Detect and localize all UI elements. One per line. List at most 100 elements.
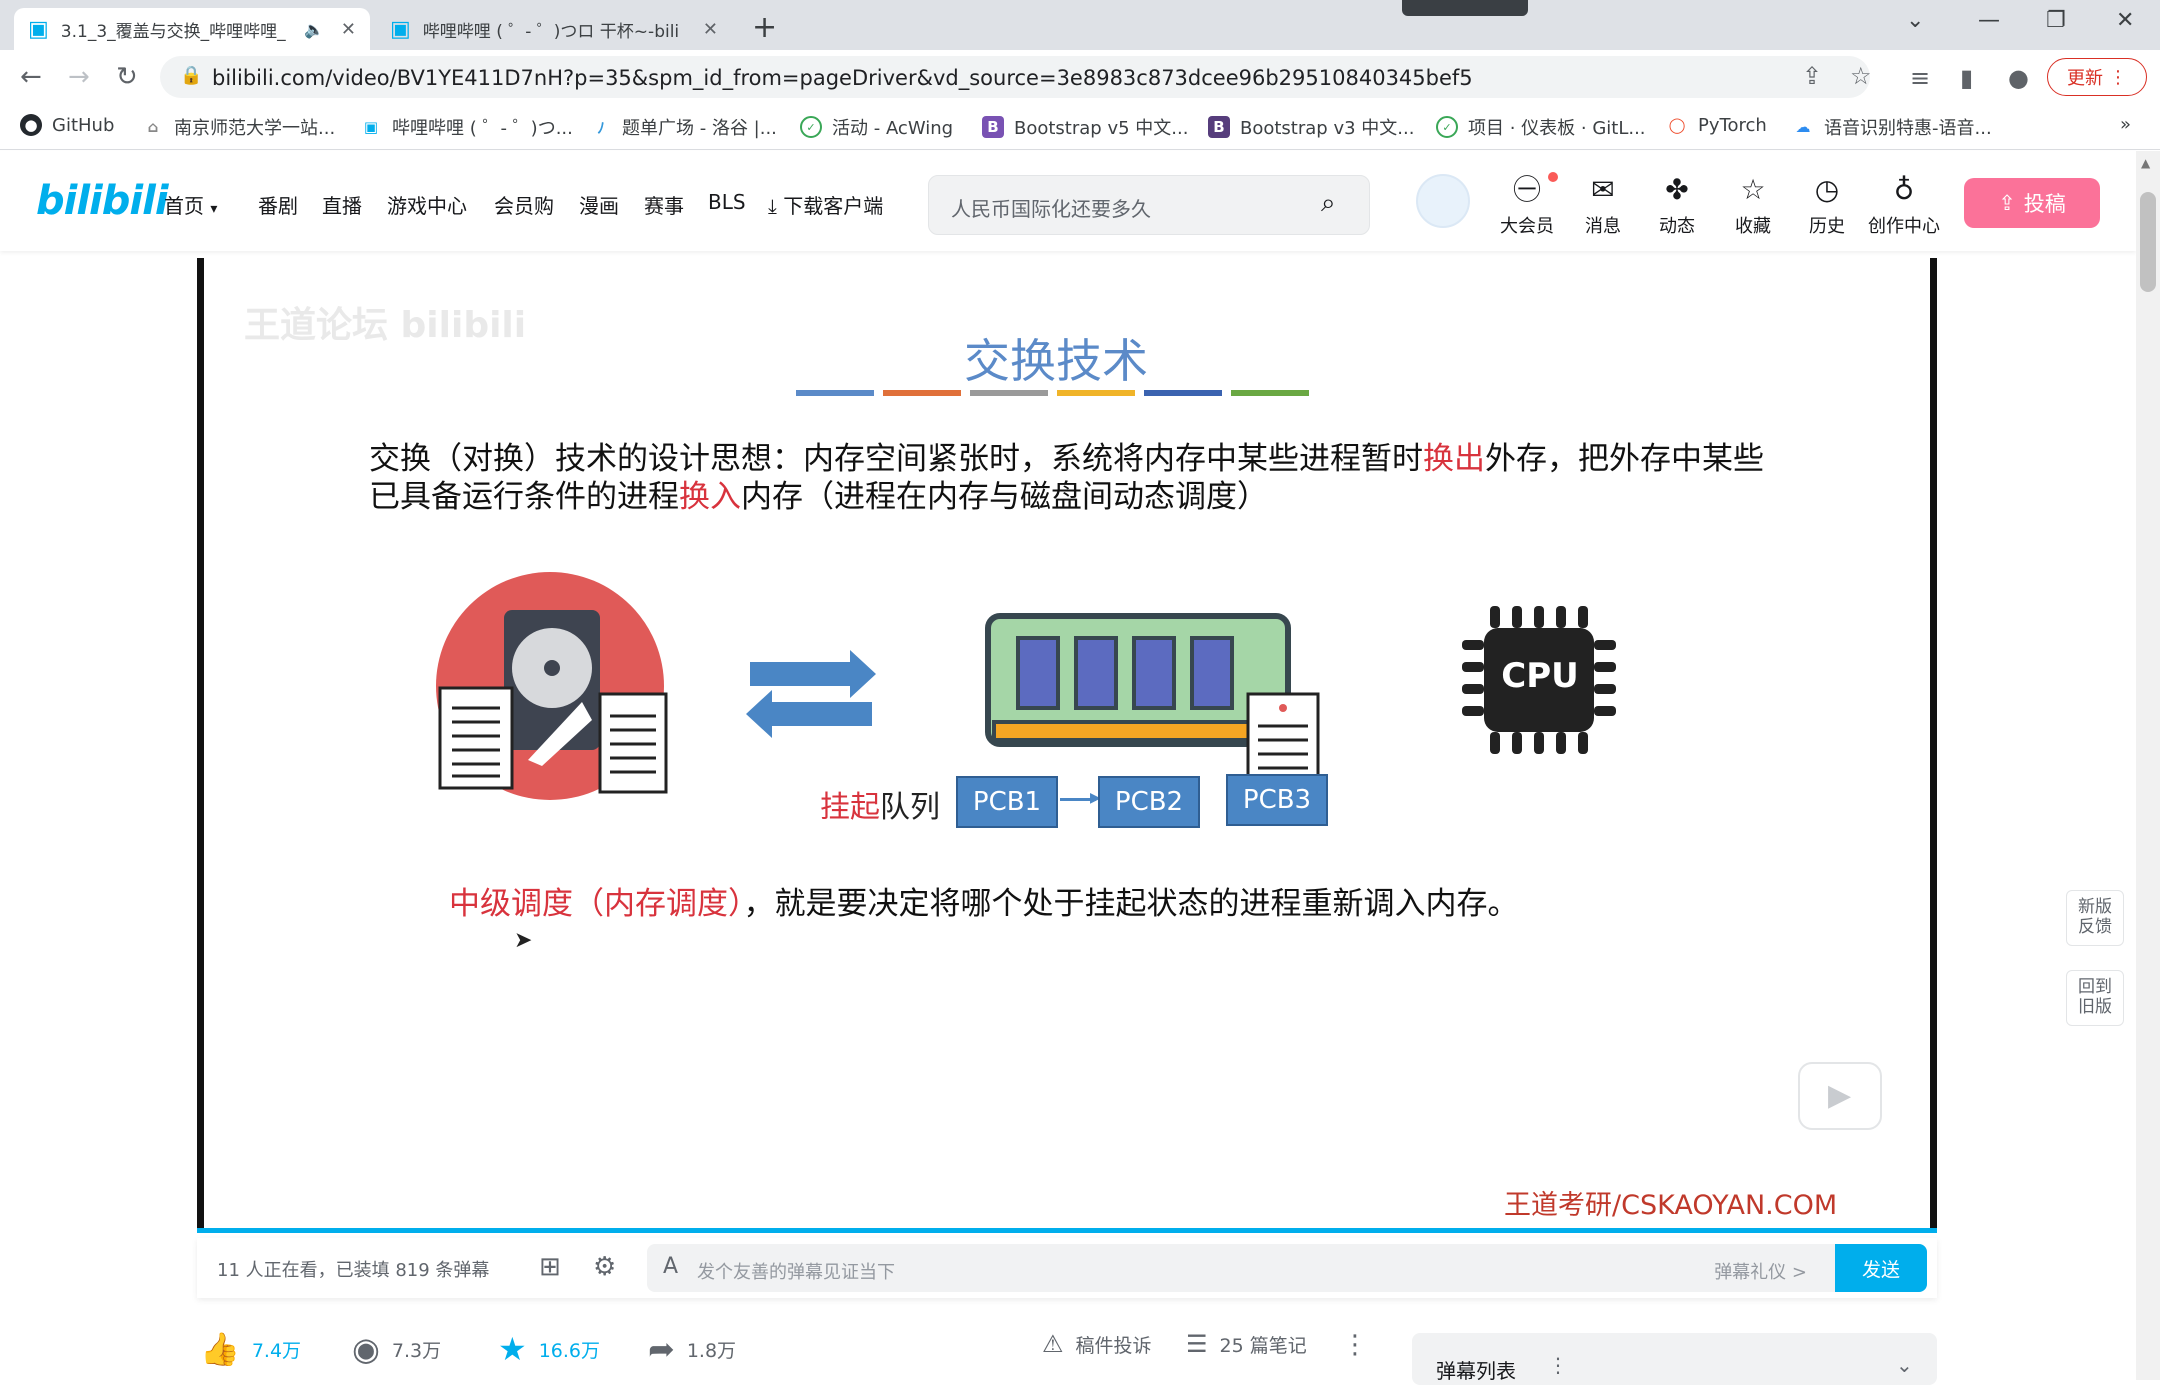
dynamic-button[interactable]: ✤ 动态	[1642, 172, 1712, 238]
brand-watermark: 王道考研/CSKAOYAN.COM	[1504, 1190, 1838, 1221]
nav-download[interactable]: ⤓ 下载客户端	[768, 190, 883, 219]
creator-center-button[interactable]: ♁ 创作中心	[1862, 172, 1946, 238]
bookmark-bootstrap3[interactable]: B Bootstrap v3 中文...	[1208, 114, 1414, 140]
para-highlight: 换入	[679, 479, 741, 515]
chevron-down-icon[interactable]: ⌄	[1896, 1353, 1913, 1377]
bilibili-logo[interactable]: bilibili	[36, 178, 169, 224]
forward-icon[interactable]: →	[68, 62, 90, 92]
list-more-icon[interactable]: ⋮	[1548, 1353, 1568, 1377]
mouse-cursor-icon: ➤	[514, 928, 533, 953]
old-label: 回到 旧版	[2078, 977, 2112, 1017]
more-icon: ⋮	[2109, 66, 2127, 88]
nav-game-center[interactable]: 游戏中心	[387, 190, 467, 219]
nav-bls[interactable]: BLS	[708, 190, 746, 214]
bilibili-tab-icon: ▣	[28, 16, 49, 42]
bookmark-label: PyTorch	[1698, 114, 1767, 136]
bookmark-pytorch[interactable]: ◯ PyTorch	[1666, 114, 1767, 136]
restore-icon[interactable]: ❐	[2046, 8, 2066, 33]
nav-mall[interactable]: 会员购	[494, 190, 554, 219]
bookmark-njnu[interactable]: ⌂ 南京师范大学一站...	[142, 114, 336, 140]
suspend-queue-label: 挂起队列	[820, 782, 940, 826]
message-button[interactable]: ✉ 消息	[1568, 172, 1638, 238]
tab-search-icon[interactable]: ⌄	[1906, 8, 1924, 33]
report-button[interactable]: ⚠ 稿件投诉	[1042, 1330, 1152, 1358]
title-bar	[970, 390, 1048, 396]
nav-manga[interactable]: 漫画	[579, 190, 619, 219]
reading-list-icon[interactable]: ≡	[1910, 64, 1930, 92]
page-scrollbar[interactable]	[2136, 151, 2160, 1380]
profile-icon[interactable]: ●	[2008, 64, 2029, 92]
star-icon[interactable]: ☆	[1850, 62, 1872, 90]
reload-icon[interactable]: ↻	[116, 62, 138, 92]
nav-anime[interactable]: 番剧	[258, 190, 298, 219]
notes-button[interactable]: ☰ 25 篇笔记	[1186, 1330, 1307, 1358]
title-bar	[883, 390, 961, 396]
danmaku-input[interactable]: A 发个友善的弹幕见证当下 弹幕礼仪 > 发送	[647, 1244, 1927, 1292]
coin-button[interactable]: ◉ 7.3万	[352, 1330, 441, 1368]
favorites-button[interactable]: ☆ 收藏	[1718, 172, 1788, 238]
update-button[interactable]: 更新 ⋮	[2047, 58, 2147, 96]
close-window-icon[interactable]: ✕	[2116, 8, 2134, 33]
bookmark-gitlab[interactable]: ✓ 项目 · 仪表板 · GitL...	[1436, 114, 1646, 140]
new-feedback-button[interactable]: 新版 反馈	[2066, 890, 2124, 946]
like-button[interactable]: 👍 7.4万	[200, 1330, 301, 1368]
nav-match[interactable]: 赛事	[644, 190, 684, 219]
share-count: 1.8万	[686, 1339, 737, 1362]
video-player[interactable]: 王道论坛 bilibili 交换技术 交换（对换）技术的设计思想：内存空间紧张时…	[197, 258, 1937, 1233]
close-tab-icon[interactable]: ✕	[703, 19, 718, 40]
close-tab-icon[interactable]: ✕	[341, 19, 356, 40]
search-icon[interactable]: ⌕	[1321, 188, 1336, 219]
bookmark-bilibili[interactable]: ▣ 哔哩哔哩 ( ゜- ゜)つ...	[360, 114, 573, 140]
bookmark-github[interactable]: ● GitHub	[20, 114, 114, 136]
luogu-icon: ﾉ	[597, 118, 605, 137]
danmaku-list-panel[interactable]: 弹幕列表 ⋮ ⌄	[1412, 1333, 1937, 1385]
favorite-button[interactable]: ★ 16.6万	[498, 1330, 600, 1368]
scrollbar-thumb[interactable]	[2140, 192, 2156, 292]
more-actions-icon[interactable]: ⋮	[1342, 1330, 1368, 1360]
avatar[interactable]	[1416, 174, 1470, 228]
bootstrap-icon: B	[1208, 116, 1230, 138]
bookmark-speech[interactable]: ☁ 语音识别特惠-语音...	[1792, 114, 1992, 140]
search-input[interactable]: 人民币国际化还要多久	[951, 193, 1151, 222]
bookmark-acwing[interactable]: ✓ 活动 - AcWing	[800, 114, 953, 140]
more-bookmarks-icon[interactable]: »	[2120, 114, 2131, 135]
new-tab-button[interactable]: +	[752, 10, 777, 45]
text-style-icon[interactable]: A	[663, 1254, 678, 1279]
history-button[interactable]: ◷ 历史	[1792, 172, 1862, 238]
nav-home[interactable]: 首页 ▾	[164, 190, 217, 219]
share-button[interactable]: ➦ 1.8万	[648, 1330, 736, 1368]
search-box[interactable]: 人民币国际化还要多久 ⌕	[928, 175, 1370, 235]
media-indicator	[1402, 0, 1528, 16]
share-icon[interactable]: ⇪	[1802, 62, 1822, 90]
play-button[interactable]: ▶	[1798, 1062, 1882, 1130]
upload-button[interactable]: ⇪ 投稿	[1964, 178, 2100, 228]
danmaku-etiquette[interactable]: 弹幕礼仪 >	[1714, 1258, 1807, 1284]
like-count: 7.4万	[251, 1339, 302, 1362]
back-to-old-button[interactable]: 回到 旧版	[2066, 970, 2124, 1026]
update-label: 更新	[2067, 68, 2103, 89]
audio-icon[interactable]: 🔈	[304, 20, 324, 39]
side-panel-icon[interactable]: ▮	[1960, 64, 1973, 92]
feedback-label: 新版 反馈	[2078, 897, 2112, 937]
cpu-illustration: CPU	[1460, 600, 1620, 760]
address-bar[interactable]: 🔒 bilibili.com/video/BV1YE411D7nH?p=35&s…	[160, 56, 1872, 98]
bookmark-label: GitHub	[52, 114, 115, 136]
conclusion-rest: ，就是要决定将哪个处于挂起状态的进程重新调入内存。	[743, 886, 1519, 922]
send-button[interactable]: 发送	[1835, 1244, 1927, 1292]
tab-inactive[interactable]: ▣ 哔哩哔哩 ( ゜- ゜)つロ 干杯~-bili ✕	[376, 8, 732, 50]
tab-active[interactable]: ▣ 3.1_3_覆盖与交换_哔哩哔哩_ 🔈 ✕	[14, 8, 370, 50]
creator-label: 创作中心	[1868, 216, 1940, 237]
bookmark-luogu[interactable]: ﾉ 题单广场 - 洛谷 |...	[590, 114, 777, 140]
nav-live[interactable]: 直播	[322, 190, 362, 219]
title-bar	[796, 390, 874, 396]
bilibili-tab-icon: ▣	[390, 16, 411, 42]
para-text: 交换（对换）技术的设计思想：内存空间紧张时，系统将内存中某些进程暂时	[369, 441, 1423, 477]
video-progress[interactable]	[197, 1228, 1937, 1233]
minimize-icon[interactable]: —	[1978, 8, 2000, 33]
danmaku-settings-icon[interactable]: ⚙	[593, 1252, 616, 1282]
danmaku-toggle-icon[interactable]: ⊞	[539, 1252, 561, 1282]
bookmark-bootstrap5[interactable]: B Bootstrap v5 中文...	[982, 114, 1188, 140]
back-icon[interactable]: ←	[20, 62, 42, 92]
scroll-up-icon[interactable]: ▲	[2141, 156, 2150, 170]
notes-label: 25 篇笔记	[1219, 1334, 1307, 1357]
